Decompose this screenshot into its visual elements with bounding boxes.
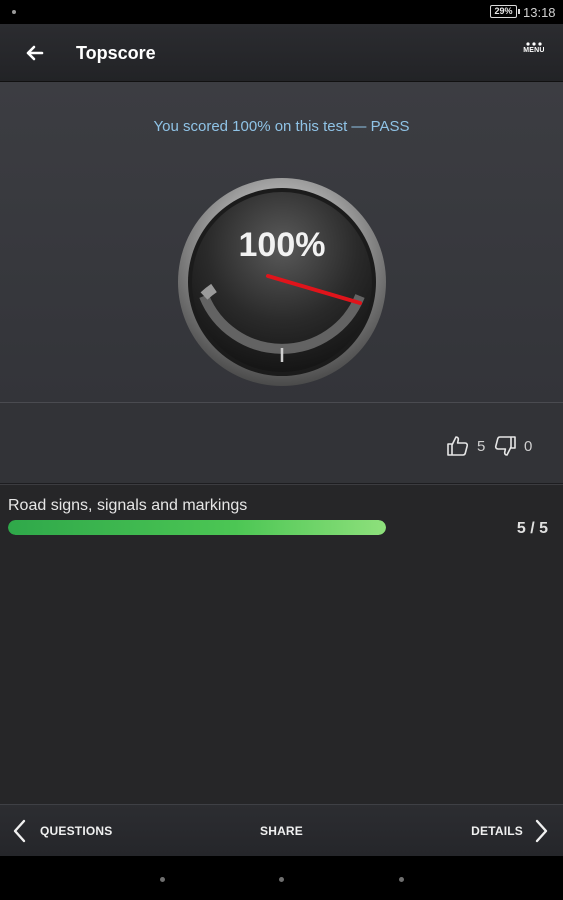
thumbs-up-count: 5 (477, 438, 486, 455)
notification-dot-icon (12, 10, 16, 14)
back-button[interactable] (18, 36, 52, 70)
menu-label: MENU (523, 47, 545, 54)
menu-button[interactable]: MENU (514, 40, 554, 70)
thumbs-up-icon[interactable] (446, 434, 470, 458)
battery-icon: 29% (490, 5, 520, 18)
category-score: 5 / 5 (516, 520, 548, 537)
votes-panel: 5 0 (0, 402, 563, 484)
questions-button[interactable]: QUESTIONS (10, 805, 112, 857)
nav-home-dot-icon[interactable] (279, 877, 284, 882)
nav-recents-dot-icon[interactable] (399, 877, 404, 882)
chevron-right-icon (535, 819, 548, 843)
system-nav-bar (0, 856, 563, 900)
results-panel: Road signs, signals and markings 5 / 5 (0, 484, 563, 804)
more-dots-icon (526, 42, 542, 46)
share-button[interactable]: SHARE (260, 805, 303, 857)
status-clock: 13:18 (523, 5, 556, 20)
questions-label: QUESTIONS (40, 824, 113, 838)
details-label: DETAILS (471, 824, 523, 838)
app-bar: Topscore MENU (0, 24, 563, 82)
share-label: SHARE (260, 824, 304, 838)
bottom-nav: QUESTIONS SHARE DETAILS (0, 804, 563, 856)
chevron-left-icon (13, 819, 26, 843)
category-label: Road signs, signals and markings (8, 497, 248, 514)
thumbs-down-count: 0 (524, 438, 533, 455)
category-progress-bar (8, 520, 386, 535)
back-arrow-icon (26, 45, 44, 61)
page-title: Topscore (76, 43, 156, 63)
gauge-percent: 100% (239, 226, 326, 264)
thumbs-down-icon[interactable] (493, 434, 517, 458)
status-bar: 29% 13:18 (0, 0, 563, 24)
nav-back-dot-icon[interactable] (160, 877, 165, 882)
score-panel: You scored 100% on this test — PASS 100% (0, 82, 563, 402)
details-button[interactable]: DETAILS (471, 805, 551, 857)
score-message: You scored 100% on this test — PASS (153, 118, 410, 135)
category-progress-fill (8, 520, 386, 535)
gauge-track-start (200, 283, 217, 300)
score-gauge: 100% (178, 178, 386, 386)
